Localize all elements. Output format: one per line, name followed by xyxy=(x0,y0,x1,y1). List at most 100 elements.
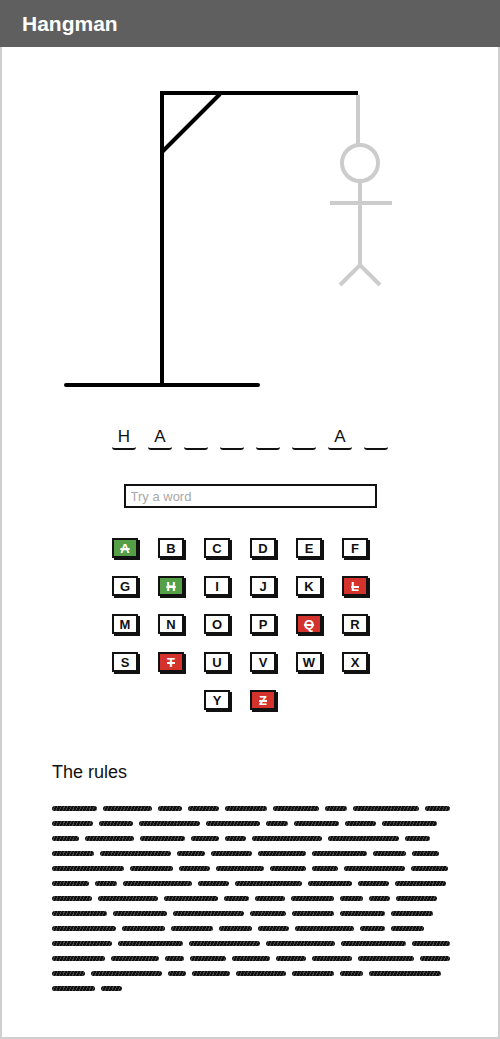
scribble-line xyxy=(52,831,450,846)
letter-key[interactable]: K xyxy=(296,576,322,596)
scribble-line xyxy=(52,906,450,921)
letter-key[interactable]: X xyxy=(342,652,368,672)
gallows-arms xyxy=(330,203,392,204)
key-letter: U xyxy=(212,655,221,670)
scribble-word xyxy=(52,911,107,916)
gallows-brace xyxy=(162,94,220,152)
scribble-word xyxy=(295,926,354,931)
head-circle xyxy=(342,145,378,181)
key-face: H xyxy=(160,578,182,594)
scribble-word xyxy=(95,881,117,886)
key-letter: B xyxy=(166,541,175,556)
scribble-word xyxy=(340,971,363,976)
key-letter: G xyxy=(120,579,130,594)
letter-key[interactable]: S xyxy=(112,652,138,672)
letter-key[interactable]: E xyxy=(296,538,322,558)
letter-key[interactable]: N xyxy=(158,614,184,634)
scribble-word xyxy=(171,926,213,931)
key-face: T xyxy=(160,654,182,670)
key-letter: M xyxy=(120,617,131,632)
letter-key[interactable]: P xyxy=(250,614,276,634)
key-face: P xyxy=(252,616,274,632)
key-cell: Q xyxy=(296,614,342,634)
key-letter: Z xyxy=(259,693,267,708)
scribble-word xyxy=(396,896,437,901)
word-slots: HAA xyxy=(2,425,498,450)
slot-letter: H xyxy=(118,427,130,447)
rules-section: The rules xyxy=(2,710,498,996)
letter-key[interactable]: O xyxy=(204,614,230,634)
gallows-pole xyxy=(162,92,163,385)
key-letter: A xyxy=(120,541,129,556)
key-letter: I xyxy=(215,579,219,594)
scribble-word xyxy=(273,806,319,811)
letter-key[interactable]: T xyxy=(158,652,184,672)
key-face: D xyxy=(252,540,274,556)
letter-key[interactable]: Q xyxy=(296,614,322,634)
body-line xyxy=(358,181,362,267)
key-letter: Y xyxy=(213,693,222,708)
scribble-word xyxy=(250,911,286,916)
scribble-word xyxy=(373,851,406,856)
key-letter: R xyxy=(350,617,359,632)
letter-key[interactable]: D xyxy=(250,538,276,558)
scribble-word xyxy=(168,971,186,976)
key-letter: J xyxy=(259,579,266,594)
scribble-word xyxy=(391,926,424,931)
scribble-word xyxy=(100,851,171,856)
letter-key[interactable]: R xyxy=(342,614,368,634)
letter-key[interactable]: W xyxy=(296,652,322,672)
key-face: S xyxy=(114,654,136,670)
key-face: B xyxy=(160,540,182,556)
scribble-word xyxy=(412,851,439,856)
scribble-word xyxy=(312,851,367,856)
key-letter: D xyxy=(258,541,267,556)
key-face: V xyxy=(252,654,274,670)
brace-line xyxy=(162,94,220,152)
letter-key[interactable]: H xyxy=(158,576,184,596)
letter-slot xyxy=(220,425,244,450)
key-cell: R xyxy=(342,614,388,634)
scribble-word xyxy=(111,956,159,961)
letter-key[interactable]: L xyxy=(342,576,368,596)
letter-slot xyxy=(256,425,280,450)
arms-line xyxy=(330,201,392,205)
letter-key[interactable]: F xyxy=(342,538,368,558)
letter-key[interactable]: B xyxy=(158,538,184,558)
letter-key[interactable]: A xyxy=(112,538,138,558)
scribble-word xyxy=(103,806,152,811)
gallows-rope xyxy=(358,95,359,145)
scribble-word xyxy=(211,851,252,856)
key-cell: N xyxy=(158,614,204,634)
scribble-word xyxy=(224,896,249,901)
key-letter: W xyxy=(303,655,315,670)
key-face: L xyxy=(344,578,366,594)
letter-key[interactable]: M xyxy=(112,614,138,634)
key-cell: Y xyxy=(204,690,250,710)
key-face: C xyxy=(206,540,228,556)
scribble-word xyxy=(219,926,252,931)
scribble-word xyxy=(52,986,95,991)
key-cell: Z xyxy=(250,690,296,710)
guess-input[interactable] xyxy=(124,484,377,508)
scribble-word xyxy=(312,866,338,871)
key-cell: X xyxy=(342,652,388,672)
scribble-word xyxy=(391,911,433,916)
scribble-word xyxy=(191,836,219,841)
key-cell: W xyxy=(296,652,342,672)
key-letter: O xyxy=(212,617,222,632)
letter-key[interactable]: Z xyxy=(250,690,276,710)
scribble-word xyxy=(292,911,334,916)
letter-key[interactable]: J xyxy=(250,576,276,596)
letter-key[interactable]: C xyxy=(204,538,230,558)
scribble-line xyxy=(52,846,450,861)
letter-key[interactable]: V xyxy=(250,652,276,672)
letter-key[interactable]: G xyxy=(112,576,138,596)
letter-key[interactable]: U xyxy=(204,652,230,672)
key-face: G xyxy=(114,578,136,594)
scribble-word xyxy=(189,941,260,946)
scribble-word xyxy=(266,821,288,826)
letter-key[interactable]: Y xyxy=(204,690,230,710)
letter-key[interactable]: I xyxy=(204,576,230,596)
key-cell: L xyxy=(342,576,388,596)
